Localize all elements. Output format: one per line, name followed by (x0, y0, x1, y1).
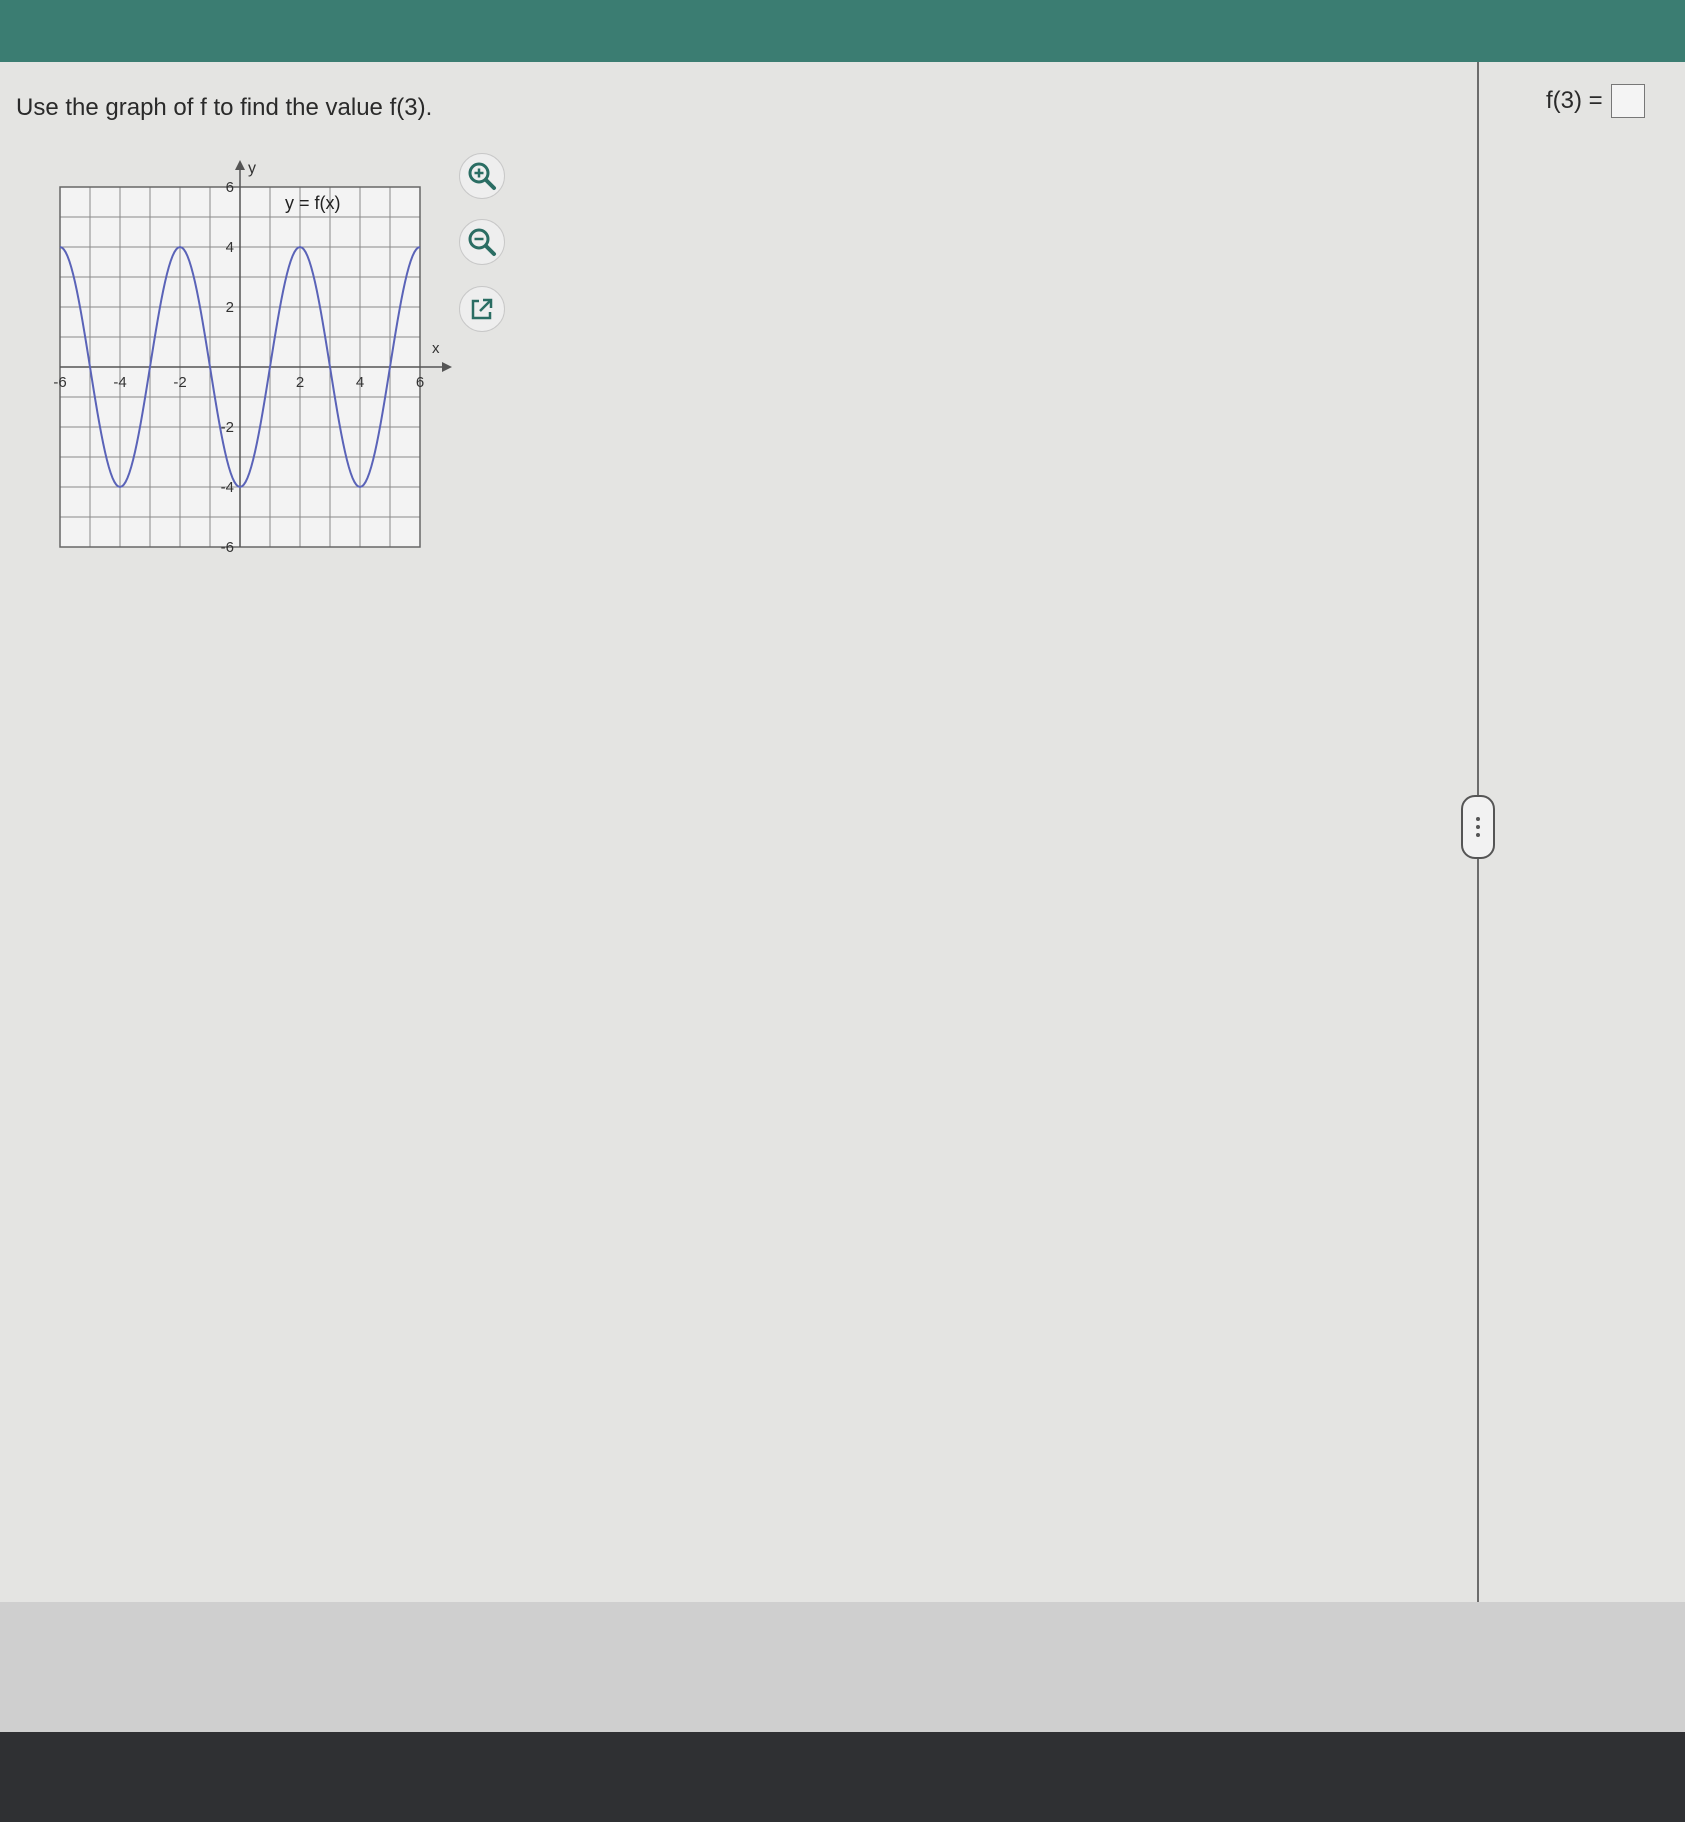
y-tick-label: 2 (226, 299, 234, 316)
y-axis-arrow (235, 160, 245, 170)
x-tick-label: 2 (296, 374, 304, 391)
answer-input[interactable] (1610, 84, 1645, 118)
handle-dot (1476, 833, 1480, 837)
x-tick-label: -4 (113, 374, 126, 391)
graph-figure: -6 -4 -2 2 4 6 -6 -4 -2 2 4 6 y = f(x) x y (40, 152, 470, 597)
handle-dot (1476, 817, 1480, 821)
external-link-icon (471, 298, 493, 320)
popout-graph-button[interactable] (459, 286, 505, 332)
y-tick-label: -2 (221, 419, 234, 436)
x-tick-label: 4 (356, 374, 364, 391)
zoom-out-button[interactable] (459, 219, 505, 265)
app-header-bar (0, 0, 1685, 62)
zoom-out-icon (468, 228, 496, 256)
x-axis-arrow (442, 362, 452, 372)
x-tick-label: -2 (173, 374, 186, 391)
y-axis-label: y (248, 160, 256, 177)
y-tick-label: 6 (226, 179, 234, 196)
chart-title: y = f(x) (285, 193, 341, 213)
answer-label: f(3) = (1546, 87, 1603, 114)
x-tick-label: 6 (416, 374, 424, 391)
y-tick-label: -4 (221, 479, 234, 496)
question-prompt: Use the graph of f to find the value f(3… (16, 94, 433, 121)
zoom-in-button[interactable] (459, 153, 505, 199)
function-graph: -6 -4 -2 2 4 6 -6 -4 -2 2 4 6 y = f(x) x y (53, 160, 452, 556)
footer-area (0, 1602, 1685, 1732)
answer-area: f(3) = (1546, 84, 1645, 118)
y-tick-label: -6 (221, 539, 234, 556)
zoom-in-icon (468, 162, 496, 190)
screen-bezel (0, 1732, 1685, 1822)
y-tick-label: 4 (226, 239, 234, 256)
x-axis-label: x (432, 340, 440, 357)
x-tick-label: -6 (53, 374, 66, 391)
handle-dot (1476, 825, 1480, 829)
pane-resize-handle[interactable] (1461, 795, 1495, 859)
